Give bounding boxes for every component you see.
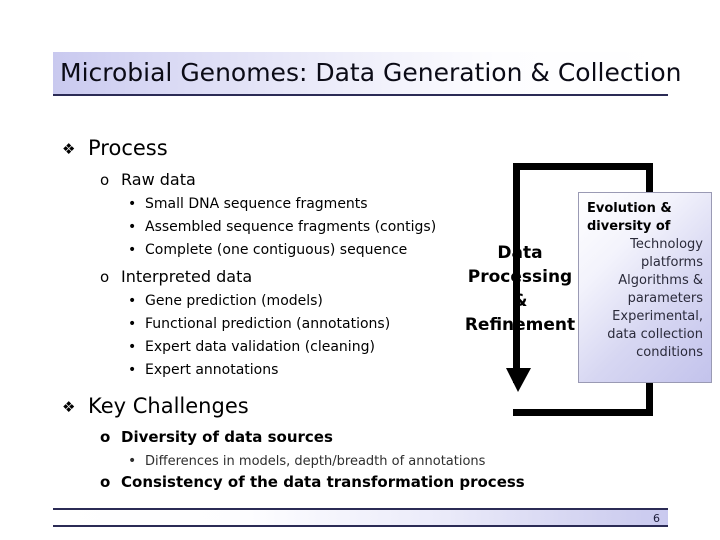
- list-item-label: Expert data validation (cleaning): [145, 339, 375, 355]
- outline-item-interpreted-data-label: Interpreted data: [121, 267, 253, 286]
- diamond-bullet-icon: ❖: [62, 140, 76, 158]
- data-processing-line-1: Data: [497, 243, 543, 263]
- circle-bullet-icon: o: [100, 268, 110, 286]
- list-item: • Differences in models, depth/breadth of…: [128, 452, 485, 471]
- dot-bullet-icon: •: [128, 453, 137, 469]
- list-item-label: Differences in models, depth/breadth of …: [145, 454, 486, 469]
- outline-heading-process-label: Process: [88, 136, 168, 160]
- list-item: • Functional prediction (annotations): [128, 315, 390, 333]
- list-item: • Gene prediction (models): [128, 292, 323, 310]
- outline-item-interpreted-data: o Interpreted data: [100, 267, 252, 287]
- outline-item-diversity-of-data-sources: o Diversity of data sources: [100, 428, 333, 447]
- factors-box-heading: Evolution & diversity of: [587, 201, 672, 234]
- list-item-label: Expert annotations: [145, 362, 279, 378]
- outline-heading-key-challenges-label: Key Challenges: [88, 394, 249, 418]
- flow-arrowhead-icon: [506, 368, 531, 392]
- dot-bullet-icon: •: [128, 196, 137, 212]
- dot-bullet-icon: •: [128, 316, 137, 332]
- influencing-factors-box: Evolution & diversity of Technology plat…: [578, 192, 712, 383]
- flow-top-segment: [513, 163, 653, 170]
- list-item: • Expert data validation (cleaning): [128, 338, 375, 356]
- outline-heading-process: ❖ Process: [62, 136, 168, 161]
- dot-bullet-icon: •: [128, 242, 137, 258]
- outline-item-consistency-label: Consistency of the data transformation p…: [121, 473, 525, 491]
- data-processing-label: Data Processing & Refinement: [461, 241, 579, 337]
- dot-bullet-icon: •: [128, 293, 137, 309]
- list-item: • Complete (one contiguous) sequence: [128, 241, 407, 259]
- list-item-label: Complete (one contiguous) sequence: [145, 242, 408, 258]
- factors-box-item-technology: Technology platforms: [630, 237, 703, 270]
- list-item: • Expert annotations: [128, 361, 278, 379]
- outline-heading-key-challenges: ❖ Key Challenges: [62, 394, 249, 419]
- data-processing-line-2: Processing: [467, 267, 573, 287]
- list-item-label: Functional prediction (annotations): [145, 316, 391, 332]
- circle-bullet-icon: o: [100, 428, 111, 446]
- factors-box-item-experimental: Experimental, data collection conditions: [607, 309, 703, 360]
- slide-footer: 6: [53, 508, 668, 527]
- dot-bullet-icon: •: [128, 219, 137, 235]
- factors-box-item-algorithms: Algorithms & parameters: [618, 273, 703, 306]
- dot-bullet-icon: •: [128, 362, 137, 378]
- circle-bullet-icon: o: [100, 473, 111, 491]
- outline-item-raw-data: o Raw data: [100, 170, 196, 190]
- list-item-label: Gene prediction (models): [145, 293, 323, 309]
- page-title: Microbial Genomes: Data Generation & Col…: [60, 58, 682, 87]
- outline-item-consistency-of-data-transformation: o Consistency of the data transformation …: [100, 473, 525, 492]
- list-item-label: Assembled sequence fragments (contigs): [145, 219, 437, 235]
- data-processing-line-4: Refinement: [464, 315, 576, 335]
- page-number: 6: [653, 512, 660, 525]
- circle-bullet-icon: o: [100, 171, 110, 189]
- title-divider: [53, 94, 668, 96]
- data-processing-line-3: &: [512, 291, 528, 311]
- flow-bottom-segment: [513, 409, 653, 416]
- list-item: • Small DNA sequence fragments: [128, 195, 368, 213]
- list-item-label: Small DNA sequence fragments: [145, 196, 368, 212]
- diamond-bullet-icon: ❖: [62, 398, 76, 416]
- dot-bullet-icon: •: [128, 339, 137, 355]
- outline-item-raw-data-label: Raw data: [121, 170, 196, 189]
- list-item: • Assembled sequence fragments (contigs): [128, 218, 436, 236]
- outline-item-diversity-label: Diversity of data sources: [121, 428, 333, 446]
